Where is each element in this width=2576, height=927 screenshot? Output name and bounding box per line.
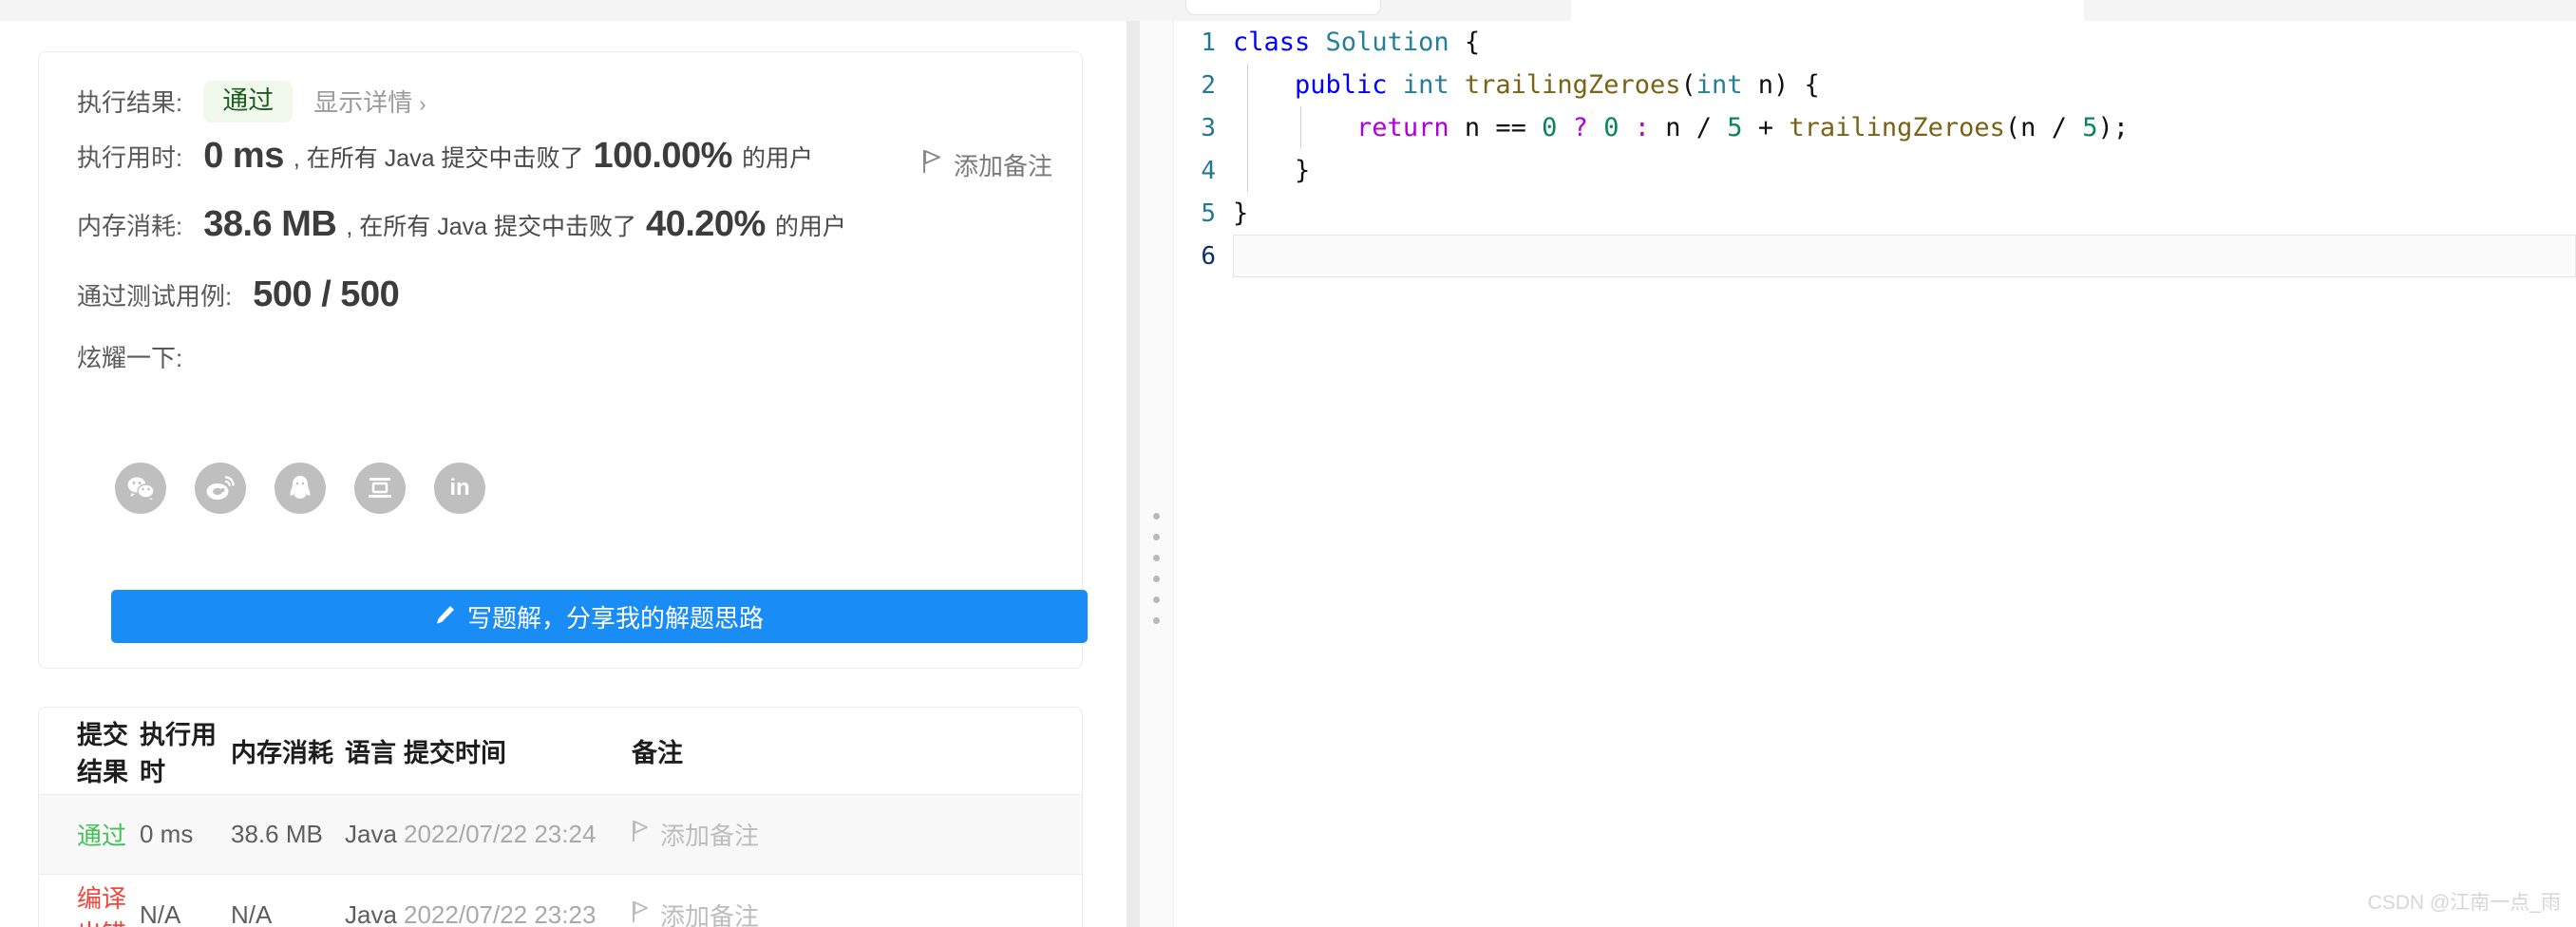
memory-row: 内存消耗: 38.6 MB , 在所有 Java 提交中击败了 40.20% 的… xyxy=(77,204,856,245)
cell-time: 2022/07/22 23:23 xyxy=(404,899,597,927)
flag-icon xyxy=(922,149,943,180)
cell-runtime: N/A xyxy=(140,899,181,927)
result-label: 执行结果: xyxy=(77,88,183,118)
wechat-icon[interactable] xyxy=(115,463,166,514)
code-content[interactable]: 1 class Solution { 2 public int trailing… xyxy=(1174,21,2576,927)
flag-icon xyxy=(632,900,651,927)
column-header-memory: 内存消耗 xyxy=(231,739,333,767)
code-line: 4 } xyxy=(1174,149,2576,192)
cell-language: Java xyxy=(345,820,397,848)
add-note-button[interactable]: 添加备注 xyxy=(922,147,1052,182)
line-number: 6 xyxy=(1201,241,1216,271)
testcases-label: 通过测试用例: xyxy=(77,282,233,311)
cell-status[interactable]: 编译出错 xyxy=(39,880,140,927)
testcases-value: 500 / 500 xyxy=(253,274,400,314)
column-header-language: 语言 xyxy=(345,739,396,767)
column-header-time: 提交时间 xyxy=(404,739,506,767)
left-panel-scrollbar[interactable] xyxy=(1127,21,1140,927)
linkedin-label: in xyxy=(449,475,470,501)
douban-icon[interactable] xyxy=(354,463,406,514)
runtime-label: 执行用时: xyxy=(77,143,183,172)
code-text: class Solution { xyxy=(1233,28,1481,57)
share-row: 炫耀一下: xyxy=(77,339,182,374)
table-row[interactable]: 编译出错 N/A N/A Java 2022/07/22 23:23 添加备注 xyxy=(39,875,1082,927)
pencil-icon xyxy=(435,602,456,632)
indent-guide xyxy=(1247,149,1248,192)
submission-result-panel: 执行结果: 通过 显示详情 › 添加备注 执行用时: 0 ms , 在所有 Jav… xyxy=(0,21,1140,927)
column-header-note: 备注 xyxy=(632,739,683,767)
runtime-percentile: 100.00% xyxy=(593,136,732,176)
add-note-label: 添加备注 xyxy=(660,822,760,850)
code-line-active[interactable]: 6 xyxy=(1174,235,2576,277)
splitter-grip-icon[interactable] xyxy=(1153,513,1160,624)
watermark: CSDN @江南一点_雨 xyxy=(2367,892,2561,914)
qq-icon[interactable] xyxy=(275,463,326,514)
code-text: public int trailingZeroes(int n) { xyxy=(1295,70,1820,100)
line-number: 5 xyxy=(1201,199,1216,228)
weibo-icon[interactable] xyxy=(195,463,246,514)
code-text: return n == 0 ? 0 : n / 5 + trailingZero… xyxy=(1356,113,2129,142)
result-row: 执行结果: 通过 显示详情 › xyxy=(77,81,426,123)
runtime-mid-text: , 在所有 Java 提交中击败了 xyxy=(293,144,584,172)
table-row[interactable]: 通过 0 ms 38.6 MB Java 2022/07/22 23:24 添加… xyxy=(39,795,1082,875)
code-text: } xyxy=(1233,199,1249,228)
social-share-list: in xyxy=(115,463,485,514)
line-number: 4 xyxy=(1201,156,1216,185)
cell-add-note[interactable]: 添加备注 xyxy=(632,898,850,927)
submissions-table: 提交结果 执行用时 内存消耗 语言 提交时间 备注 通过 0 ms 38.6 M… xyxy=(38,707,1083,927)
write-solution-label: 写题解，分享我的解题思路 xyxy=(466,603,764,633)
testcases-row: 通过测试用例: 500 / 500 xyxy=(77,274,400,315)
app-root: 执行结果: 通过 显示详情 › 添加备注 执行用时: 0 ms , 在所有 Jav… xyxy=(0,0,2576,927)
current-line-highlight xyxy=(1233,235,2576,277)
table-header-row: 提交结果 执行用时 内存消耗 语言 提交时间 备注 xyxy=(39,708,1082,795)
linkedin-icon[interactable]: in xyxy=(434,463,485,514)
top-chrome-strip-right xyxy=(2084,0,2576,21)
cell-memory: 38.6 MB xyxy=(231,820,323,848)
execution-result-card: 执行结果: 通过 显示详情 › 添加备注 执行用时: 0 ms , 在所有 Jav… xyxy=(38,51,1088,669)
memory-mid-text: , 在所有 Java 提交中击败了 xyxy=(346,213,636,240)
memory-percentile: 40.20% xyxy=(645,204,766,244)
editor-tab-partial[interactable] xyxy=(1185,0,1381,15)
cell-add-note[interactable]: 添加备注 xyxy=(632,817,850,852)
indent-guide xyxy=(1247,106,1248,149)
add-note-label: 添加备注 xyxy=(660,901,760,927)
flag-icon xyxy=(632,820,651,849)
line-number: 1 xyxy=(1201,28,1216,57)
show-detail-label: 显示详情 xyxy=(313,88,413,118)
memory-label: 内存消耗: xyxy=(77,212,183,240)
cell-time: 2022/07/22 23:24 xyxy=(404,820,597,848)
column-header-runtime: 执行用时 xyxy=(140,720,217,786)
line-number: 3 xyxy=(1201,113,1216,142)
column-header-result: 提交结果 xyxy=(77,720,128,786)
runtime-row: 执行用时: 0 ms , 在所有 Java 提交中击败了 100.00% 的用户 xyxy=(77,136,823,177)
chevron-right-icon: › xyxy=(419,92,426,117)
code-text: } xyxy=(1295,156,1311,185)
write-solution-button[interactable]: 写题解，分享我的解题思路 xyxy=(111,590,1088,643)
share-label: 炫耀一下: xyxy=(77,344,183,372)
code-line: 1 class Solution { xyxy=(1174,21,2576,64)
code-line: 2 public int trailingZeroes(int n) { xyxy=(1174,64,2576,106)
indent-guide xyxy=(1247,64,1248,106)
runtime-suffix-text: 的用户 xyxy=(741,144,813,172)
memory-suffix-text: 的用户 xyxy=(774,213,846,240)
status-badge: 通过 xyxy=(203,81,294,123)
runtime-value: 0 ms xyxy=(203,136,284,176)
cell-language: Java xyxy=(345,899,397,927)
code-editor[interactable]: 1 class Solution { 2 public int trailing… xyxy=(1174,21,2576,927)
panel-splitter[interactable] xyxy=(1140,21,1174,927)
memory-value: 38.6 MB xyxy=(203,204,337,244)
cell-status[interactable]: 通过 xyxy=(39,817,140,852)
line-number: 2 xyxy=(1201,70,1216,100)
code-line: 3 return n == 0 ? 0 : n / 5 + trailingZe… xyxy=(1174,106,2576,149)
code-line: 5 } xyxy=(1174,192,2576,235)
cell-memory: N/A xyxy=(231,899,273,927)
add-note-label: 添加备注 xyxy=(954,152,1053,180)
show-detail-link[interactable]: 显示详情 › xyxy=(313,84,426,119)
indent-guide xyxy=(1300,106,1301,149)
cell-runtime: 0 ms xyxy=(140,820,194,848)
